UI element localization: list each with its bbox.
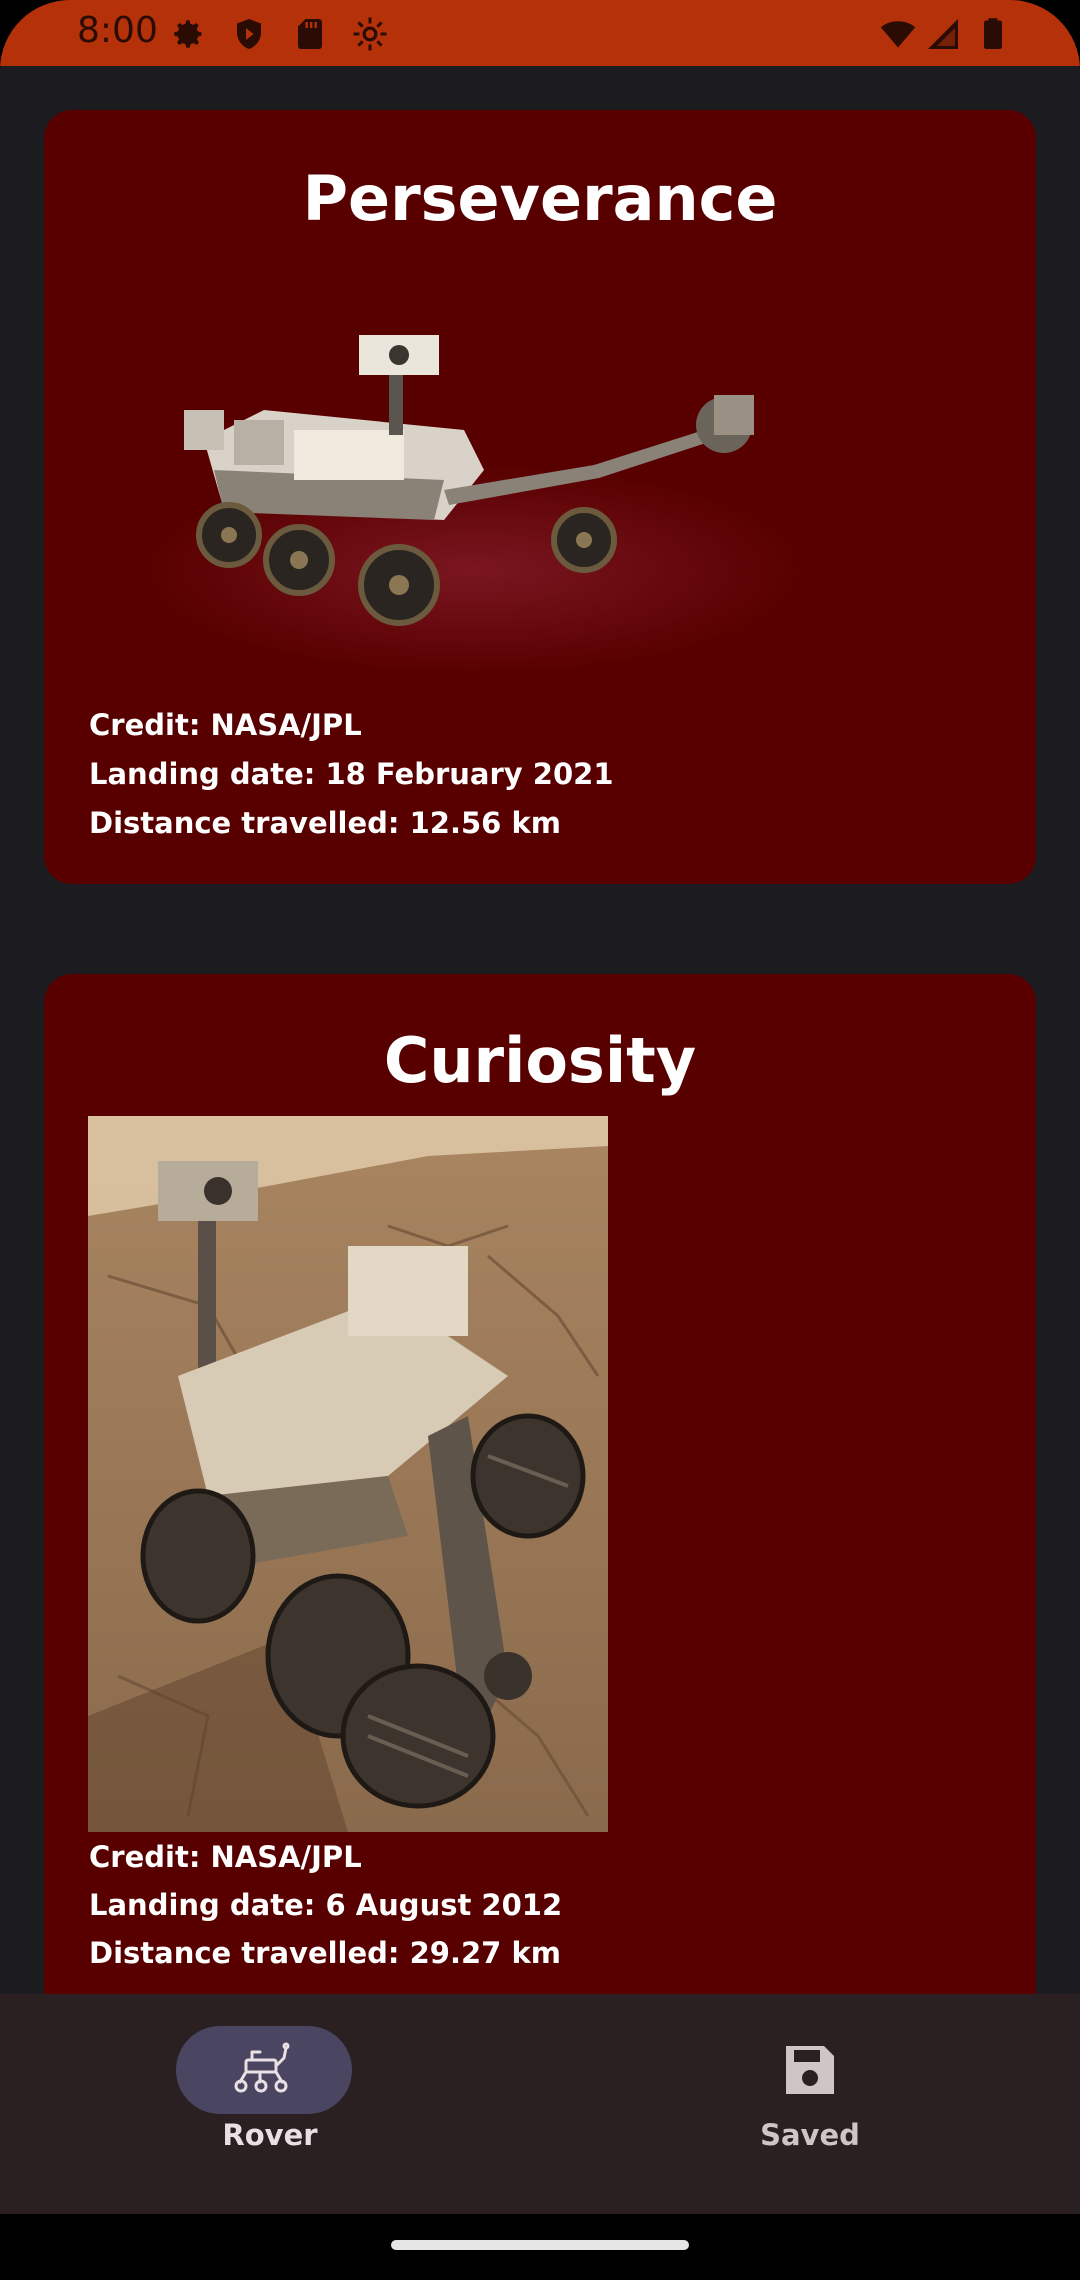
rover-card-curiosity[interactable]: Curiosity Credit: NASA/JPL Landing date:… <box>44 974 1036 1996</box>
wifi-icon <box>880 21 916 48</box>
app-screen: 8:00 Perseverance Credit: NASA/JPL Landi… <box>0 0 1080 2280</box>
nav-label-saved: Saved <box>760 2118 860 2152</box>
rover-landing-date: Landing date: 6 August 2012 <box>89 1888 563 1922</box>
rover-credit: Credit: NASA/JPL <box>89 708 362 742</box>
status-time: 8:00 <box>77 10 158 51</box>
debug-gear-icon <box>353 17 387 51</box>
nav-item-saved[interactable]: Saved <box>540 1994 1080 2214</box>
nav-label-rover: Rover <box>222 2118 318 2152</box>
curiosity-rover-image <box>88 1116 608 1832</box>
rover-distance: Distance travelled: 12.56 km <box>89 806 561 840</box>
shield-play-icon <box>237 19 261 49</box>
rover-name: Curiosity <box>383 1024 697 1097</box>
rover-icon <box>234 2042 290 2093</box>
home-gesture-handle[interactable] <box>391 2240 689 2250</box>
rover-name: Perseverance <box>302 162 778 235</box>
perseverance-rover-image <box>144 335 804 675</box>
battery-icon <box>984 18 1002 49</box>
sd-card-icon <box>298 19 322 49</box>
rover-card-perseverance[interactable]: Perseverance Credit: NASA/JPL Landing da… <box>44 110 1036 884</box>
nav-item-rover[interactable]: Rover <box>0 1994 540 2214</box>
bottom-navigation: Rover Saved <box>0 1994 1080 2214</box>
rover-credit: Credit: NASA/JPL <box>89 1840 362 1874</box>
rover-distance: Distance travelled: 29.27 km <box>89 1936 561 1970</box>
rover-list[interactable]: Perseverance Credit: NASA/JPL Landing da… <box>0 66 1080 1996</box>
status-bar: 8:00 <box>0 0 1080 66</box>
gear-icon <box>174 20 202 48</box>
rover-landing-date: Landing date: 18 February 2021 <box>89 757 614 791</box>
signal-icon <box>928 19 958 49</box>
save-icon <box>786 2046 834 2094</box>
